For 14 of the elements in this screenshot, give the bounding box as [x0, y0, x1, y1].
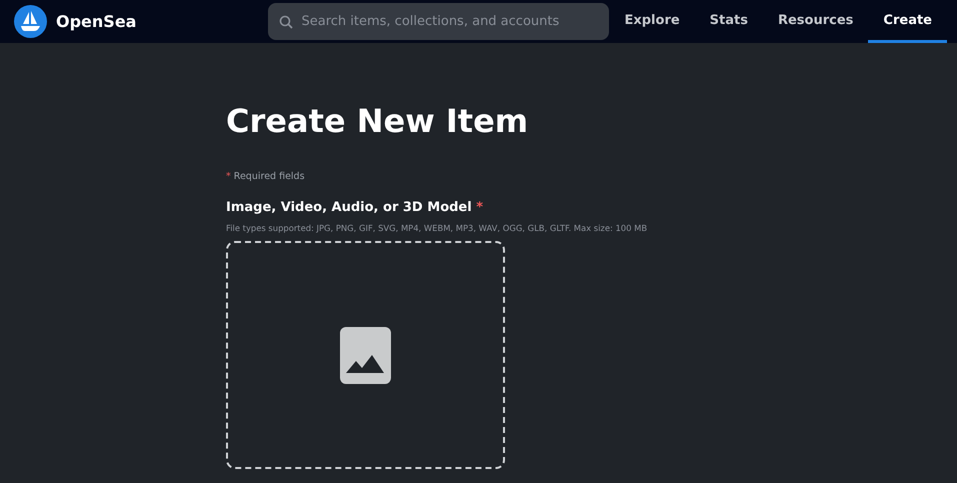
sailboat-logo-icon[interactable] [14, 5, 47, 38]
nav-link[interactable]: Explore [609, 0, 695, 43]
media-upload-dropzone[interactable] [226, 241, 505, 469]
image-icon [340, 326, 391, 384]
media-field-label: Image, Video, Audio, or 3D Model * [226, 199, 484, 217]
file-types-hint: File types supported: JPG, PNG, GIF, SVG, MP4, WEBM, MP3, WAV, OGG, GLB, GLTF. Max size: 100 MB [226, 223, 648, 234]
brand-name[interactable]: OpenSea [56, 12, 260, 31]
search-field[interactable]: Search items, collections, and accounts [268, 3, 610, 40]
page-title: Create New Item [226, 101, 530, 141]
nav-link[interactable]: Create [868, 0, 947, 43]
required-fields-note: * Required fields [226, 171, 306, 183]
nav-link[interactable]: Resources [762, 0, 868, 43]
nav-link[interactable]: Stats [694, 0, 763, 43]
search-icon [279, 15, 294, 29]
